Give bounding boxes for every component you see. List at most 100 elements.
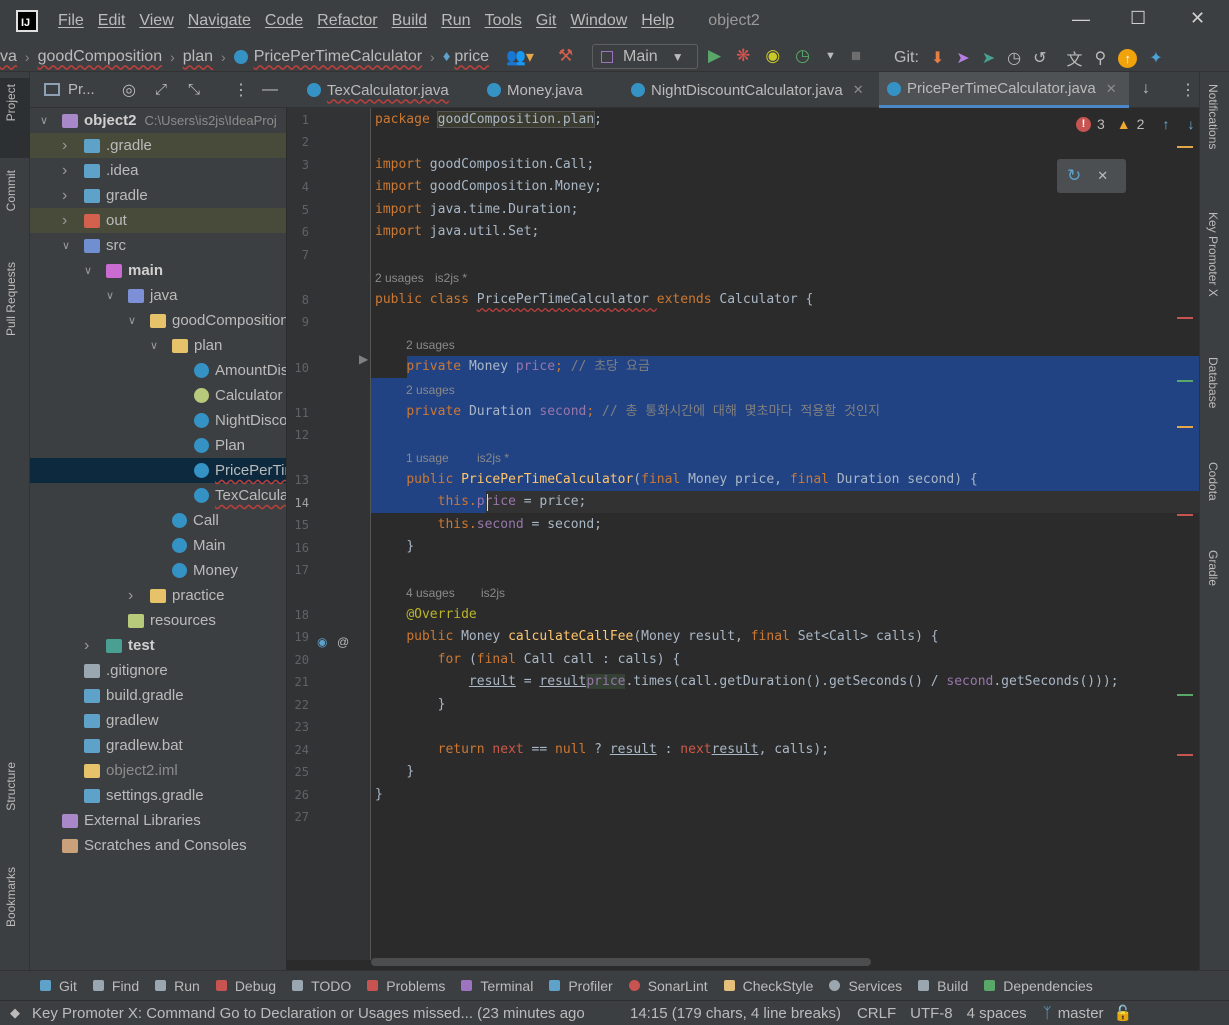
chevron-right-icon[interactable]: › [62, 187, 67, 205]
tree-item[interactable]: Plan [30, 433, 286, 458]
run-tool-button[interactable]: Run [155, 978, 200, 994]
plugin-icon[interactable]: ✦ [1149, 48, 1162, 68]
chevron-right-icon[interactable]: › [62, 137, 67, 155]
tree-item[interactable]: PricePerTime [30, 458, 286, 483]
inspection-widget[interactable]: ! 3 ▲ 2 ↑ ↓ [1076, 116, 1194, 132]
tree-item[interactable]: › .gradle [30, 133, 286, 158]
rollback-icon[interactable]: ↺ [1033, 48, 1046, 68]
tree-item[interactable]: gradlew.bat [30, 733, 286, 758]
menu-build[interactable]: Build [392, 12, 428, 30]
pull-requests-tool-tab[interactable]: Pull Requests [4, 262, 18, 336]
history-icon[interactable]: ◷ [1007, 48, 1021, 68]
tree-item[interactable]: Money [30, 558, 286, 583]
usage-hint[interactable]: is2js [481, 586, 505, 600]
find-tool-button[interactable]: Find [92, 978, 139, 994]
key-promoter-tool-tab[interactable]: Key Promoter X [1206, 212, 1220, 297]
error-stripe-mark[interactable] [1177, 146, 1193, 148]
expand-all-icon[interactable]: ⤢ [155, 81, 167, 98]
indent-setting[interactable]: 4 spaces [967, 1005, 1027, 1022]
tree-item[interactable]: ∨ java [30, 283, 286, 308]
chevron-down-icon[interactable]: ∨ [40, 114, 48, 127]
translate-icon[interactable]: 文 [1066, 46, 1082, 70]
tab-night-discount-calculator[interactable]: NightDiscountCalculator.java ✕ [623, 72, 877, 108]
menu-tools[interactable]: Tools [485, 12, 522, 30]
tree-item[interactable]: AmountDiscou [30, 358, 286, 383]
tree-item[interactable]: settings.gradle [30, 783, 286, 808]
menu-run[interactable]: Run [441, 12, 470, 30]
tree-item[interactable]: › .idea [30, 158, 286, 183]
sonarlint-tool-button[interactable]: SonarLint [628, 978, 708, 994]
database-tool-tab[interactable]: Database [1206, 357, 1220, 408]
chevron-right-icon[interactable]: › [84, 637, 89, 655]
chevron-right-icon[interactable]: › [128, 587, 133, 605]
locate-icon[interactable]: ◎ [122, 80, 136, 100]
app-logo[interactable]: IJ [16, 10, 38, 32]
tab-price-per-time-calculator[interactable]: PricePerTimeCalculator.java ✕ [879, 72, 1129, 108]
maximize-icon[interactable]: ☐ [1130, 8, 1146, 29]
tree-item[interactable]: resources [30, 608, 286, 633]
tree-item[interactable]: External Libraries [30, 808, 286, 833]
tree-item[interactable]: ∨ goodComposition [30, 308, 286, 333]
usage-hint[interactable]: 1 usage [406, 451, 449, 465]
error-stripe-mark[interactable] [1177, 317, 1193, 319]
terminal-tool-button[interactable]: Terminal [461, 978, 533, 994]
checkstyle-tool-button[interactable]: CheckStyle [723, 978, 813, 994]
error-stripe-mark[interactable] [1177, 694, 1193, 696]
stop-icon[interactable]: ■ [851, 46, 861, 66]
git-update-icon[interactable]: ⬇ [931, 48, 944, 68]
bookmarks-tool-tab[interactable]: Bookmarks [4, 867, 18, 927]
tree-item[interactable]: › test [30, 633, 286, 658]
dependencies-tool-button[interactable]: Dependencies [984, 978, 1093, 994]
commit-tool-tab[interactable]: Commit [4, 170, 18, 211]
gutter-marker-icon[interactable]: ▶ [359, 352, 368, 366]
status-message[interactable]: Key Promoter X: Command Go to Declaratio… [32, 1005, 590, 1022]
tree-item[interactable]: Scratches and Consoles [30, 833, 286, 858]
tree-item[interactable]: Call [30, 508, 286, 533]
git-commit-icon[interactable]: ➤ [956, 48, 969, 68]
chevron-down-icon[interactable]: ∨ [84, 264, 92, 277]
usage-hint[interactable]: 4 usages [406, 586, 455, 600]
gutter-marker-icon[interactable]: ◉ [317, 635, 327, 649]
chevron-down-icon[interactable]: ∨ [62, 239, 70, 252]
menu-edit[interactable]: Edit [98, 12, 126, 30]
codota-tool-tab[interactable]: Codota [1206, 462, 1220, 501]
coverage-icon[interactable]: ◉ [765, 46, 780, 66]
close-tab-icon[interactable]: ✕ [1106, 81, 1117, 97]
profiler-tool-button[interactable]: Profiler [549, 978, 613, 994]
tree-item[interactable]: Main [30, 533, 286, 558]
build-hammer-icon[interactable]: ⚒ [558, 46, 573, 66]
tool-windows-toggle-icon[interactable]: ◆ [10, 1005, 20, 1021]
menu-view[interactable]: View [139, 12, 173, 30]
close-icon[interactable]: ✕ [1190, 8, 1205, 29]
breadcrumb-item[interactable]: plan [183, 48, 213, 66]
gradle-reload-icon[interactable]: ↻ [1067, 166, 1081, 186]
close-tab-icon[interactable]: ✕ [853, 82, 864, 98]
run-icon[interactable]: ▶ [708, 46, 721, 66]
more-run-icon[interactable]: ▼ [825, 50, 836, 62]
tree-item[interactable]: build.gradle [30, 683, 286, 708]
problems-tool-button[interactable]: Problems [367, 978, 445, 994]
run-configuration-select[interactable]: Main ▼ [592, 44, 698, 69]
next-highlight-icon[interactable]: ↓ [1187, 116, 1194, 132]
menu-git[interactable]: Git [536, 12, 556, 30]
menu-file[interactable]: File [58, 12, 84, 30]
tree-item[interactable]: gradlew [30, 708, 286, 733]
caret-position[interactable]: 14:15 (179 chars, 4 line breaks) [630, 1005, 841, 1022]
collapse-all-icon[interactable]: ⤡ [188, 81, 200, 98]
line-separator[interactable]: CRLF [857, 1005, 896, 1022]
structure-tool-tab[interactable]: Structure [4, 762, 18, 811]
users-icon[interactable]: 👥▾ [506, 47, 534, 67]
git-push-icon[interactable]: ➤ [982, 48, 995, 68]
todo-tool-button[interactable]: TODO [292, 978, 351, 994]
tree-item[interactable]: ∨ object2 C:\Users\is2js\IdeaProj [30, 108, 286, 133]
menu-navigate[interactable]: Navigate [188, 12, 251, 30]
debug-icon[interactable]: ❋ [736, 46, 750, 66]
git-tool-button[interactable]: Git [40, 978, 77, 994]
tree-item[interactable]: ∨ plan [30, 333, 286, 358]
tree-item[interactable]: ∨ main [30, 258, 286, 283]
tree-item[interactable]: TexCalculator [30, 483, 286, 508]
tab-options-icon[interactable]: ⋮ [1180, 80, 1196, 100]
notifications-tool-tab[interactable]: Notifications [1206, 84, 1220, 149]
services-tool-button[interactable]: Services [829, 978, 902, 994]
tab-money[interactable]: Money.java [479, 72, 603, 108]
